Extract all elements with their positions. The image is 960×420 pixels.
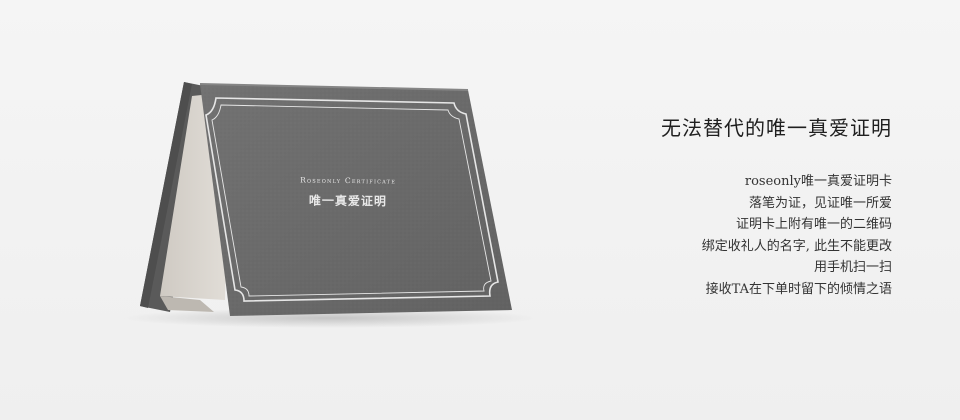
banner: Roseonly Certificate 唯一真爱证明 无法替代的唯一真爱证明 … xyxy=(0,0,960,420)
card-caption: Roseonly Certificate 唯一真爱证明 xyxy=(243,175,453,210)
description: roseonly唯一真爱证明卡 落笔为证，见证唯一所爱 证明卡上附有唯一的二维码… xyxy=(592,171,892,300)
description-line: 证明卡上附有唯一的二维码 xyxy=(735,217,892,232)
description-line: 接收TA在下单时留下的倾情之语 xyxy=(705,281,892,297)
description-line: roseonly唯一真爱证明卡 xyxy=(744,174,892,189)
description-line: 落笔为证，见证唯一所爱 xyxy=(748,195,892,211)
card-title-cn: 唯一真爱证明 xyxy=(308,193,387,209)
product-copy: 无法替代的唯一真爱证明 roseonly唯一真爱证明卡 落笔为证，见证唯一所爱 … xyxy=(592,112,892,300)
description-line: 用手机扫一扫 xyxy=(813,260,892,275)
card-title-en: Roseonly Certificate xyxy=(300,175,397,186)
headline: 无法替代的唯一真爱证明 xyxy=(661,116,892,140)
certificate-card-illustration xyxy=(120,82,540,328)
description-line: 绑定收礼人的名字, 此生不能更改 xyxy=(701,238,892,254)
certificate-card-image: Roseonly Certificate 唯一真爱证明 xyxy=(0,0,600,420)
